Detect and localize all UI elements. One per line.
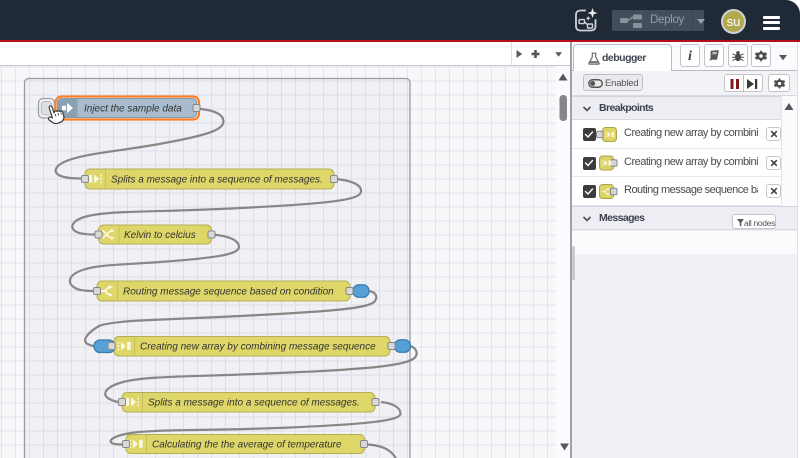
svg-text:Splits a message into a sequen: Splits a message into a sequence of mess… xyxy=(111,175,323,186)
svg-text:Calculating the the average of: Calculating the the average of temperatu… xyxy=(152,440,342,451)
svg-text:Splits a message into a sequen: Splits a message into a sequence of mess… xyxy=(148,398,360,409)
svg-text:Creating new array by combinin: Creating new array by combining message … xyxy=(140,342,376,353)
svg-text:Kelvin to celcius: Kelvin to celcius xyxy=(124,230,196,241)
svg-text:Routing message sequence based: Routing message sequence based on condit… xyxy=(123,287,334,298)
svg-text:Inject the sample data: Inject the sample data xyxy=(84,104,182,115)
